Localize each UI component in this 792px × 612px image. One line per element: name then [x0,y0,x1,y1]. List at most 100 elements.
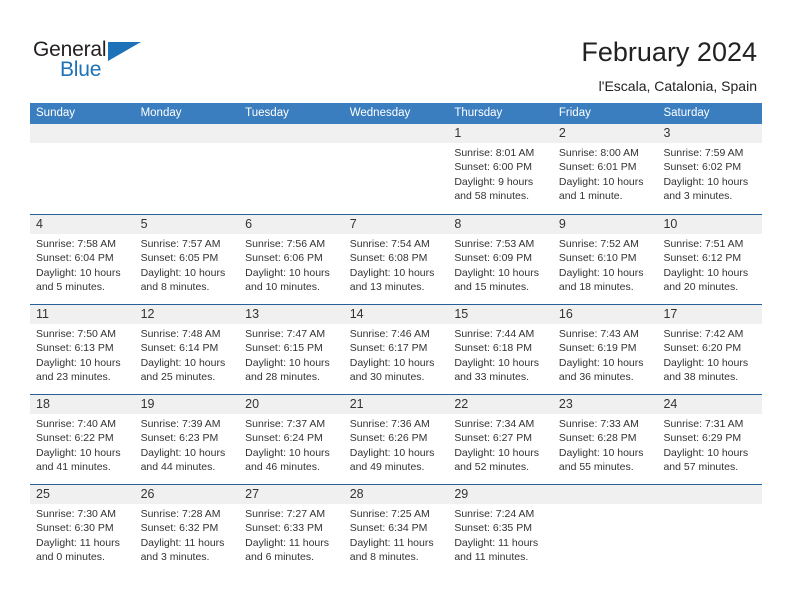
calendar-day-cell[interactable]: 21 Sunrise: 7:36 AM Sunset: 6:26 PM Dayligh… [343,395,449,484]
day-number: 5 [134,215,240,234]
calendar-day-cell[interactable]: 28 Sunrise: 7:25 AM Sunset: 6:34 PM Dayligh… [343,485,449,574]
sunset-text: Sunset: 6:35 PM [454,522,532,535]
logo-text-blue: Blue [60,58,102,81]
daylight-text: Daylight: 10 hours and 28 minutes. [245,356,330,384]
sunset-text: Sunset: 6:02 PM [663,161,742,174]
day-sun-info: Sunrise: 7:28 AM Sunset: 6:32 PM Daylight:… [135,504,240,565]
day-number [30,124,135,143]
daylight-text: Daylight: 9 hours and 58 minutes. [454,175,534,203]
calendar-day-cell[interactable]: 1 Sunrise: 8:01 AM Sunset: 6:00 PM Daylight… [448,124,553,214]
calendar-day-cell[interactable]: 10 Sunrise: 7:51 AM Sunset: 6:12 PM Dayligh… [657,215,763,304]
sunrise-text: Sunrise: 7:57 AM [140,238,221,250]
calendar-day-cell[interactable]: 7 Sunrise: 7:54 AM Sunset: 6:08 PM Daylight… [343,215,449,304]
daylight-text: Daylight: 10 hours and 55 minutes. [558,446,644,474]
daylight-text: Daylight: 10 hours and 3 minutes. [663,175,749,203]
calendar-day-cell[interactable]: 11 Sunrise: 7:50 AM Sunset: 6:13 PM Dayligh… [30,305,135,394]
calendar-day-cell[interactable]: 25 Sunrise: 7:30 AM Sunset: 6:30 PM Dayligh… [30,485,135,574]
day-sun-info: Sunrise: 7:33 AM Sunset: 6:28 PM Daylight:… [553,414,658,475]
calendar-day-cell[interactable]: 22 Sunrise: 7:34 AM Sunset: 6:27 PM Dayligh… [448,395,553,484]
day-number: 9 [552,215,658,234]
calendar-day-cell-empty [134,124,240,214]
day-number: 29 [448,485,553,504]
weekday-header-sunday: Sunday [36,107,76,119]
calendar-day-cell[interactable]: 27 Sunrise: 7:27 AM Sunset: 6:33 PM Dayligh… [239,485,344,574]
page-subtitle: l'Escala, Catalonia, Spain [598,78,757,94]
sunrise-text: Sunrise: 7:53 AM [454,238,535,250]
sunrise-text: Sunrise: 7:30 AM [36,508,116,520]
sunrise-text: Sunrise: 7:46 AM [349,328,430,340]
calendar-day-cell[interactable]: 8 Sunrise: 7:53 AM Sunset: 6:09 PM Daylight… [448,215,553,304]
day-sun-info: Sunrise: 7:47 AM Sunset: 6:15 PM Daylight:… [239,324,344,385]
calendar-day-cell[interactable]: 14 Sunrise: 7:46 AM Sunset: 6:17 PM Dayligh… [343,305,449,394]
calendar-day-cell[interactable]: 19 Sunrise: 7:39 AM Sunset: 6:23 PM Dayligh… [134,395,240,484]
weekday-header-saturday: Saturday [663,107,710,119]
calendar-day-cell[interactable]: 6 Sunrise: 7:56 AM Sunset: 6:06 PM Daylight… [239,215,344,304]
day-number: 10 [657,215,763,234]
calendar-day-cell[interactable]: 2 Sunrise: 8:00 AM Sunset: 6:01 PM Daylight… [552,124,658,214]
daylight-text: Daylight: 10 hours and 20 minutes. [663,266,749,294]
sunset-text: Sunset: 6:17 PM [349,342,428,355]
daylight-text: Daylight: 10 hours and 25 minutes. [140,356,226,384]
sunset-text: Sunset: 6:19 PM [558,342,637,355]
calendar-day-cell[interactable]: 17 Sunrise: 7:42 AM Sunset: 6:20 PM Dayligh… [657,305,763,394]
day-number: 2 [552,124,658,143]
day-number [239,124,344,143]
calendar-day-cell[interactable]: 24 Sunrise: 7:31 AM Sunset: 6:29 PM Dayligh… [657,395,763,484]
sunset-text: Sunset: 6:13 PM [36,342,114,355]
day-number: 23 [552,395,658,414]
calendar-page: General Blue February 2024 l'Escala, Cat… [0,0,792,612]
sunset-text: Sunset: 6:04 PM [36,252,114,265]
calendar-day-cell[interactable]: 13 Sunrise: 7:47 AM Sunset: 6:15 PM Dayligh… [239,305,344,394]
day-number: 7 [343,215,449,234]
general-blue-logo[interactable]: General Blue [33,38,153,84]
calendar-day-cell[interactable]: 23 Sunrise: 7:33 AM Sunset: 6:28 PM Dayligh… [552,395,658,484]
sunrise-text: Sunrise: 7:50 AM [36,328,116,340]
sunrise-text: Sunrise: 8:01 AM [454,147,535,159]
calendar-day-cell[interactable]: 12 Sunrise: 7:48 AM Sunset: 6:14 PM Dayligh… [134,305,240,394]
sunrise-text: Sunrise: 7:56 AM [245,238,326,250]
sunrise-text: Sunrise: 7:40 AM [36,418,116,430]
calendar-day-cell[interactable]: 9 Sunrise: 7:52 AM Sunset: 6:10 PM Daylight… [552,215,658,304]
sunrise-text: Sunrise: 7:37 AM [245,418,326,430]
daylight-text: Daylight: 10 hours and 30 minutes. [349,356,435,384]
daylight-text: Daylight: 10 hours and 44 minutes. [140,446,226,474]
day-number: 6 [239,215,344,234]
sunrise-text: Sunrise: 7:59 AM [663,147,744,159]
day-sun-info: Sunrise: 7:59 AM Sunset: 6:02 PM Daylight:… [657,143,762,204]
day-sun-info: Sunrise: 7:24 AM Sunset: 6:35 PM Daylight:… [448,504,553,565]
day-sun-info: Sunrise: 7:48 AM Sunset: 6:14 PM Daylight:… [135,324,240,385]
calendar-day-cell[interactable]: 15 Sunrise: 7:44 AM Sunset: 6:18 PM Dayligh… [448,305,553,394]
sunset-text: Sunset: 6:30 PM [36,522,114,535]
calendar-day-cell[interactable]: 29 Sunrise: 7:24 AM Sunset: 6:35 PM Dayligh… [448,485,553,574]
day-number: 27 [239,485,344,504]
day-sun-info: Sunrise: 7:46 AM Sunset: 6:17 PM Daylight:… [344,324,449,385]
daylight-text: Daylight: 11 hours and 6 minutes. [245,536,330,564]
calendar-day-cell[interactable]: 16 Sunrise: 7:43 AM Sunset: 6:19 PM Dayligh… [552,305,658,394]
day-number [343,124,449,143]
sunset-text: Sunset: 6:29 PM [663,432,742,445]
sunset-text: Sunset: 6:05 PM [140,252,219,265]
daylight-text: Daylight: 11 hours and 11 minutes. [454,536,539,564]
calendar-day-cell[interactable]: 5 Sunrise: 7:57 AM Sunset: 6:05 PM Daylight… [134,215,240,304]
day-number: 8 [448,215,553,234]
sunset-text: Sunset: 6:24 PM [245,432,323,445]
calendar-week-row: 25 Sunrise: 7:30 AM Sunset: 6:30 PM Dayligh… [30,484,763,574]
calendar-day-cell[interactable]: 3 Sunrise: 7:59 AM Sunset: 6:02 PM Daylight… [657,124,763,214]
sunrise-text: Sunrise: 7:52 AM [558,238,639,250]
daylight-text: Daylight: 10 hours and 52 minutes. [454,446,539,474]
sunrise-text: Sunrise: 7:39 AM [140,418,221,430]
calendar-day-cell[interactable]: 26 Sunrise: 7:28 AM Sunset: 6:32 PM Dayligh… [134,485,240,574]
sunset-text: Sunset: 6:14 PM [140,342,219,355]
daylight-text: Daylight: 10 hours and 33 minutes. [454,356,539,384]
day-sun-info: Sunrise: 7:37 AM Sunset: 6:24 PM Daylight:… [239,414,344,475]
calendar-week-row: 11 Sunrise: 7:50 AM Sunset: 6:13 PM Dayligh… [30,304,763,394]
calendar-day-cell[interactable]: 20 Sunrise: 7:37 AM Sunset: 6:24 PM Dayligh… [239,395,344,484]
day-number: 25 [30,485,135,504]
day-sun-info: Sunrise: 7:39 AM Sunset: 6:23 PM Daylight:… [135,414,240,475]
day-sun-info: Sunrise: 7:58 AM Sunset: 6:04 PM Daylight:… [30,234,135,295]
calendar-day-cell[interactable]: 4 Sunrise: 7:58 AM Sunset: 6:04 PM Daylight… [30,215,135,304]
triangle-icon [108,42,141,61]
calendar-day-cell[interactable]: 18 Sunrise: 7:40 AM Sunset: 6:22 PM Dayligh… [30,395,135,484]
day-number: 11 [30,305,135,324]
sunrise-text: Sunrise: 7:33 AM [558,418,639,430]
